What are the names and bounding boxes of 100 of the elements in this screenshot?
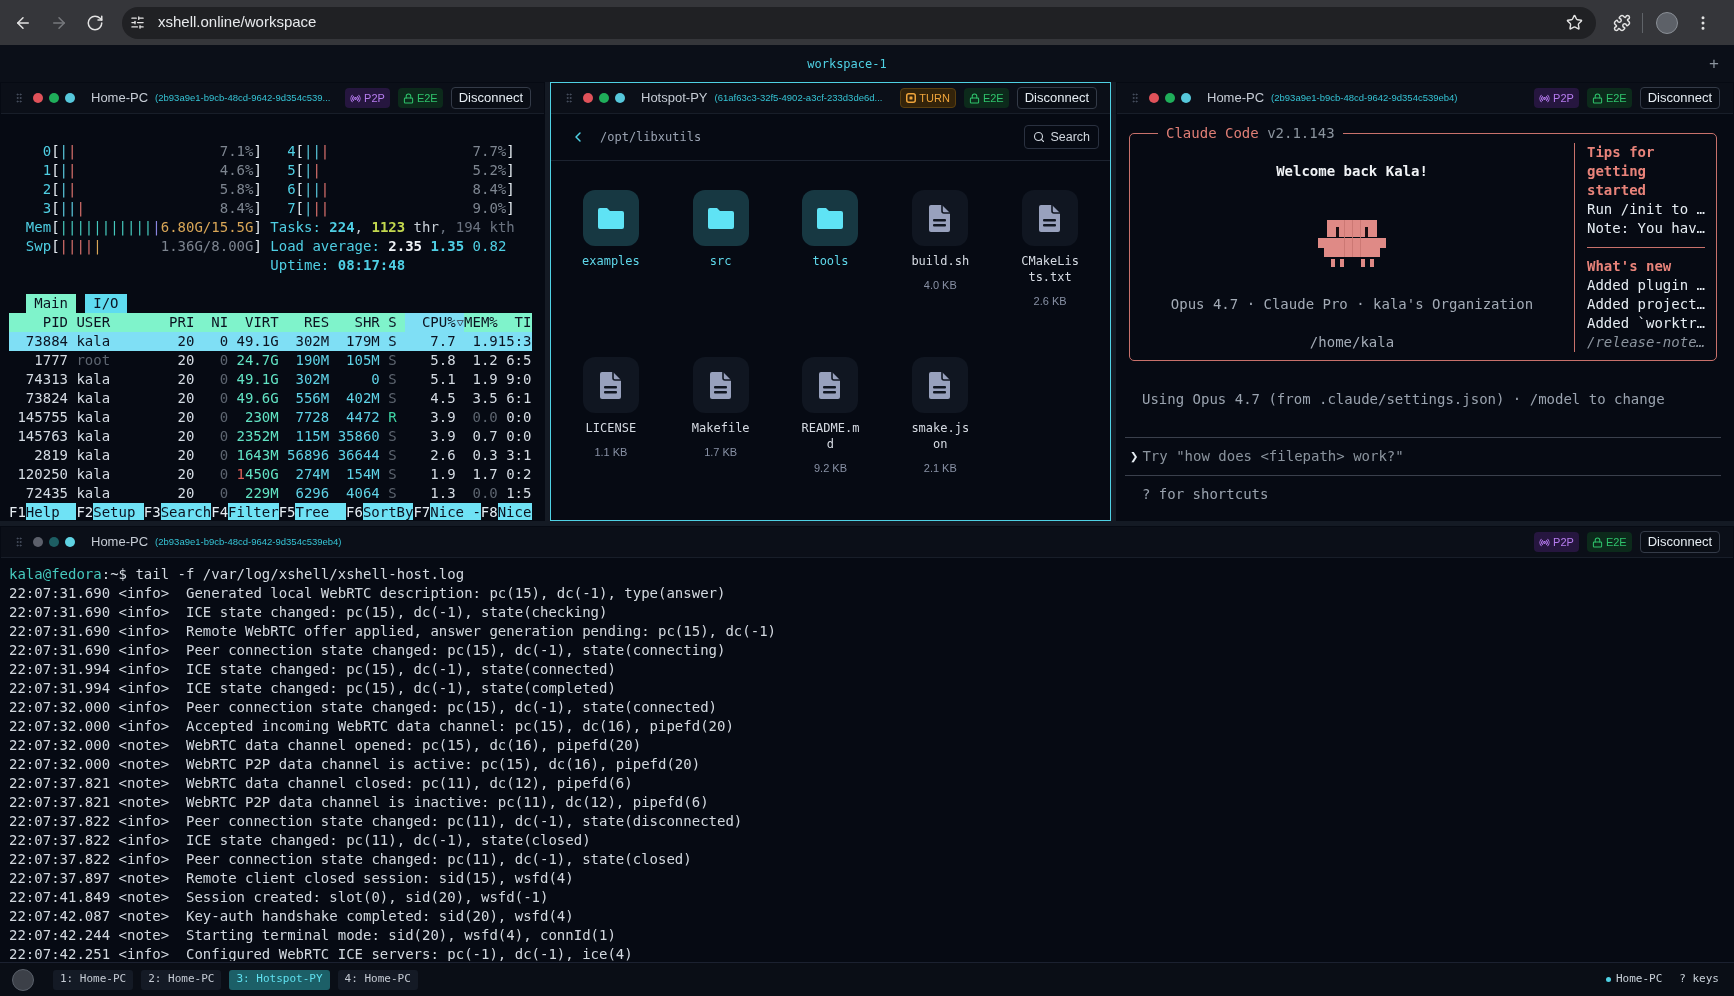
bookmark-star-icon[interactable] [1566,14,1583,31]
badge-label: E2E [1605,534,1627,550]
column-header[interactable]: NI [194,313,229,332]
file-name[interactable]: Makefile [690,420,751,436]
column-header[interactable]: USER [68,313,161,332]
pixel-mascot-icon [1318,220,1386,267]
disconnect-button[interactable]: Disconnect [1016,87,1097,109]
column-header[interactable]: PRI [160,313,195,332]
lock-icon [968,92,980,104]
workspace-tab[interactable]: 2: Home-PC [141,969,222,990]
document-icon[interactable] [692,357,749,413]
function-key-button[interactable]: Setup [93,503,144,520]
document-icon[interactable] [802,357,859,413]
grip-icon[interactable] [13,92,25,104]
document-icon[interactable] [912,190,969,246]
column-header[interactable]: VIRT [228,313,279,332]
session-id: (2b93a9e1-b9cb-48cd-9642-9d354c539eb4) [1271,90,1458,105]
table-cell-text: 190M [294,351,330,370]
process-row[interactable]: 2819 kala 20 0 1643M 56896 36644 S 2.6 0.3 3:1 [9,446,532,465]
table-cell-text: 4064 [345,484,380,503]
badge-label: P2P [1553,534,1574,550]
column-header[interactable]: CPU% [405,313,465,332]
file-size: 1.1 KB [594,445,628,459]
process-row[interactable]: 145763 kala 20 0 2352M 115M 35860 S 3.9 0.7 0:0 [9,427,532,446]
table-cell-text: 0.0 [471,408,498,427]
grip-icon[interactable] [1129,92,1141,104]
workspace-tab[interactable]: 1: Home-PC [53,969,134,990]
log-line: 22:07:37.821 <note> WebRTC P2P data channel is inactive: pc(11), dc(12), pipefd(6) [9,793,709,812]
view-tab[interactable]: Main [25,294,77,313]
function-key-button[interactable]: Help [25,503,77,520]
document-icon[interactable] [582,357,639,413]
folder-icon[interactable] [582,190,639,246]
column-header[interactable]: PID [9,313,68,332]
prompt-input[interactable]: Try "how does <filepath> work?" [1142,447,1717,466]
file-name[interactable]: tools [800,253,861,269]
function-key-label: F3 [143,503,161,520]
section-line[interactable]: /release-note… [1587,333,1705,352]
table-cell-text: 179M [345,332,380,351]
file-name[interactable]: README.md [800,420,861,452]
site-settings-icon[interactable] [130,15,145,30]
function-key-button[interactable]: Nice - [430,503,481,520]
file-name[interactable]: examples [580,253,641,269]
grip-icon[interactable] [563,92,575,104]
process-row[interactable]: 1777 root 20 0 24.7G 190M 105M S 5.8 1.2 6:5 [9,351,532,370]
table-cell-text: 0 [218,408,229,427]
shortcut-hint: ? for shortcuts [1142,486,1269,502]
column-header[interactable]: MEM% [464,313,498,332]
table-cell-text: 24.7G [235,351,279,370]
model-note: Using Opus 4.7 (from .claude/settings.json) · /model to change [1142,391,1665,407]
disconnect-button[interactable]: Disconnect [450,87,531,109]
file-name[interactable]: src [690,253,751,269]
function-key-button[interactable]: Filter [228,503,279,520]
table-cell-text: 0:2 [505,465,532,484]
function-key-label: F7 [413,503,431,520]
avatar-icon[interactable] [1656,11,1678,34]
address-field[interactable]: xshell.online/workspace [122,6,1596,39]
radio-waves-icon [1539,536,1551,548]
folder-icon[interactable] [692,190,749,246]
process-row[interactable]: 73824 kala 20 0 49.6G 556M 402M S 4.5 3.5 6:1 [9,389,532,408]
document-icon[interactable] [912,357,969,413]
grip-icon[interactable] [13,536,25,548]
workspace-tab[interactable]: 3: Hotspot-PY [229,969,330,990]
process-row[interactable]: 73884 kala 20 0 49.1G 302M 179M S 7.7 1.915:3 [9,332,532,351]
file-size: 2.6 KB [1033,294,1067,308]
column-header[interactable]: RES [278,313,330,332]
function-key-button[interactable]: Tree [295,503,347,520]
column-header[interactable]: TI [497,313,532,332]
file-name[interactable]: build.sh [910,253,971,269]
log-line: 22:07:32.000 <note> WebRTC P2P data channel is active: pc(15), dc(16), pipefd(20) [9,755,701,774]
puzzle-icon[interactable] [1613,13,1631,32]
table-cell-text: 0 [218,351,229,370]
file-name[interactable]: CMakeLists.txt [1020,253,1081,285]
function-key-button[interactable]: Search [160,503,212,520]
column-header[interactable]: S [379,313,397,332]
folder-icon[interactable] [802,190,859,246]
view-tab[interactable]: I/O [84,294,127,313]
disconnect-button[interactable]: Disconnect [1639,87,1720,109]
search-button[interactable]: Search [1024,125,1099,149]
add-workspace-button[interactable]: + [1694,48,1734,79]
function-key-button[interactable]: SortBy [362,503,414,520]
avatar-icon[interactable] [12,968,34,991]
table-cell-text: 0 [370,370,380,389]
table-cell-text: root [75,351,112,370]
file-name[interactable]: LICENSE [580,420,641,436]
table-cell-text: 115M [294,427,330,446]
process-row[interactable]: 72435 kala 20 0 229M 6296 4064 S 1.3 0.0 1:5 [9,484,532,503]
column-header[interactable]: SHR [329,313,380,332]
workspace-tab[interactable]: 4: Home-PC [337,969,418,990]
process-row[interactable]: 120250 kala 20 0 1450G 274M 154M S 1.9 1.7 0:2 [9,465,532,484]
radio-waves-icon [1539,92,1551,104]
file-name[interactable]: smake.json [910,420,971,452]
reload-icon[interactable] [86,13,104,32]
table-cell-text: 0.3 [471,446,498,465]
table-cell-text: 3.9 [429,408,456,427]
function-key-button[interactable]: Nice [497,503,532,520]
document-icon[interactable] [1022,190,1079,246]
process-row[interactable]: 145755 kala 20 0 230M 7728 4472 R 3.9 0.0 0:0 [9,408,532,427]
table-cell-text: S [387,370,397,389]
disconnect-button[interactable]: Disconnect [1639,531,1720,553]
process-row[interactable]: 74313 kala 20 0 49.1G 302M 0 S 5.1 1.9 9:0 [9,370,532,389]
